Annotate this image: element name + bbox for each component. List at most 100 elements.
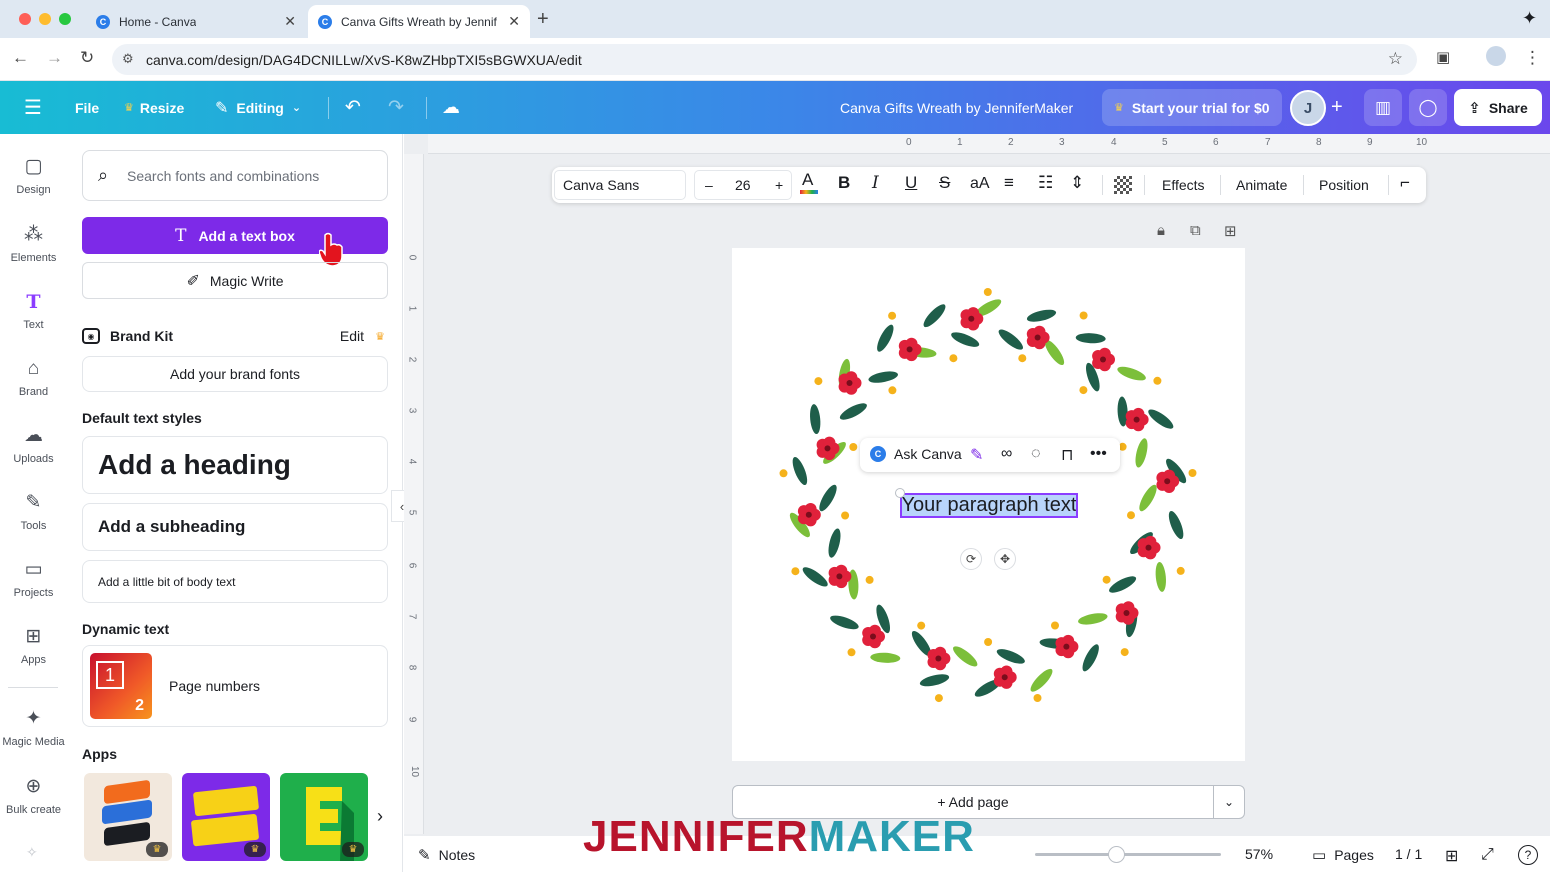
help-icon[interactable]: ? [1518, 845, 1538, 865]
effects-button[interactable]: Effects [1162, 177, 1205, 193]
rail-item-text[interactable]: T Text [0, 289, 67, 349]
forward-icon[interactable]: → [46, 48, 63, 68]
duplicate-page-icon[interactable]: ⧉ [1190, 222, 1201, 239]
analytics-chart-icon[interactable]: ▥ [1364, 89, 1402, 126]
design-title[interactable]: Canva Gifts Wreath by JenniferMaker [840, 81, 1073, 134]
zoom-percentage[interactable]: 57% [1245, 846, 1273, 862]
rail-item-brand[interactable]: ⌂ Brand [0, 356, 67, 416]
wreath-leaf [870, 652, 901, 663]
rail-item-tools[interactable]: ✎ Tools [0, 490, 67, 550]
app-thumbnail[interactable]: ♛ [280, 773, 368, 861]
browser-tab-design[interactable]: C Canva Gifts Wreath by Jennif ✕ [308, 5, 530, 38]
bold-icon[interactable]: B [838, 173, 850, 193]
spacing-icon[interactable]: ⇕ [1070, 173, 1084, 193]
pages-button[interactable]: ▭ Pages [1312, 846, 1374, 864]
rail-item-elements[interactable]: ⁂ Elements [0, 222, 67, 282]
chevron-right-icon[interactable]: › [377, 806, 383, 827]
grid-view-icon[interactable]: ⊞ [1445, 846, 1458, 866]
cloud-saved-icon[interactable]: ☁ [442, 81, 460, 134]
comment-icon[interactable]: ◯ [1409, 89, 1447, 126]
close-window-button[interactable] [19, 13, 31, 25]
file-menu-button[interactable]: File [75, 81, 99, 134]
undo-icon[interactable]: ↶ [345, 81, 361, 134]
profile-avatar[interactable] [1486, 46, 1506, 66]
reload-icon[interactable]: ↻ [80, 48, 94, 68]
link-icon[interactable]: ∞ [1001, 445, 1012, 463]
zoom-slider-thumb[interactable] [1108, 846, 1125, 863]
rail-item-magic-media[interactable]: ✦ Magic Media [0, 706, 67, 766]
strikethrough-icon[interactable]: S [939, 173, 950, 193]
position-button[interactable]: Position [1319, 177, 1369, 193]
new-tab-icon[interactable]: + [537, 8, 549, 31]
text-case-button[interactable]: aA [970, 175, 990, 193]
align-center-icon[interactable]: ≡ [1004, 173, 1014, 193]
increase-font-size-button[interactable]: + [775, 177, 783, 193]
more-options-icon[interactable]: ••• [1090, 445, 1107, 463]
site-settings-icon[interactable]: ⚙ [122, 51, 134, 67]
text-color-icon[interactable]: A [800, 170, 818, 194]
redo-icon[interactable]: ↷ [388, 81, 404, 134]
font-size-value[interactable]: 26 [735, 177, 751, 193]
maximize-window-button[interactable] [59, 13, 71, 25]
minimize-window-button[interactable] [39, 13, 51, 25]
brand-kit-edit-link[interactable]: Edit [340, 328, 364, 344]
add-brand-fonts-button[interactable]: Add your brand fonts [82, 356, 388, 392]
app-thumbnail[interactable]: ♛ [84, 773, 172, 861]
add-page-dropdown[interactable]: ⌄ [1213, 785, 1245, 819]
bookmark-star-icon[interactable]: ☆ [1388, 49, 1403, 69]
ask-canva-button[interactable]: C Ask Canva [870, 446, 962, 462]
invite-plus-icon[interactable]: + [1331, 81, 1343, 134]
gemini-sparkle-icon[interactable]: ✦ [1522, 8, 1537, 29]
font-family-select[interactable]: Canva Sans [554, 170, 686, 200]
ask-canva-label: Ask Canva [894, 446, 962, 462]
add-page-icon[interactable]: ⊞ [1224, 222, 1237, 240]
font-search-input[interactable]: ⌕ Search fonts and combinations [82, 150, 388, 201]
bullet-list-icon[interactable]: ☷ [1038, 173, 1053, 193]
resize-button[interactable]: ♛ Resize [124, 81, 184, 134]
selection-corner-handle[interactable] [895, 488, 905, 498]
close-tab-icon[interactable]: ✕ [284, 13, 296, 30]
rotate-handle[interactable]: ⟳ [960, 548, 982, 570]
lock-page-icon[interactable]: 🔒︎ [1157, 222, 1165, 239]
editing-mode-button[interactable]: ✎ Editing ⌄ [215, 81, 301, 134]
close-tab-icon[interactable]: ✕ [508, 13, 520, 30]
magic-wand-icon[interactable]: ✧ [26, 844, 38, 861]
add-comment-icon[interactable]: ◌ [1031, 445, 1041, 463]
text-panel: ⌕ Search fonts and combinations T Add a … [67, 134, 403, 872]
zoom-slider[interactable] [1035, 853, 1221, 856]
move-handle[interactable]: ✥ [994, 548, 1016, 570]
bulk-create-icon: ⊕ [25, 776, 42, 797]
share-button[interactable]: ⇪ Share [1454, 89, 1542, 126]
underline-icon[interactable]: U [905, 173, 917, 193]
italic-icon[interactable]: I [872, 173, 879, 193]
back-icon[interactable]: ← [12, 48, 29, 68]
selected-paragraph-text[interactable]: Your paragraph text [900, 493, 1078, 518]
fullscreen-icon[interactable]: ⤢ [1481, 846, 1494, 864]
rail-item-bulk-create[interactable]: ⊕ Bulk create [0, 774, 67, 834]
user-avatar[interactable]: J [1290, 90, 1326, 126]
rail-item-uploads[interactable]: ☁ Uploads [0, 423, 67, 483]
rail-item-apps[interactable]: ⊞ Apps [0, 624, 67, 684]
rail-item-design[interactable]: ▢ Design [0, 154, 67, 214]
add-subheading-option[interactable]: Add a subheading [82, 503, 388, 551]
add-body-text-option[interactable]: Add a little bit of body text [82, 560, 388, 603]
url-field[interactable]: ⚙ canva.com/design/DAG4DCNILLw/XvS-K8wZH… [112, 44, 1417, 75]
page-number-one: 1 [96, 661, 124, 689]
rail-item-projects[interactable]: ▭ Projects [0, 557, 67, 617]
hamburger-menu-icon[interactable]: ☰ [24, 81, 42, 134]
transparency-icon[interactable] [1114, 176, 1132, 194]
app-thumbnail[interactable]: ♛ [182, 773, 270, 861]
notes-button[interactable]: ✎ Notes [418, 846, 475, 864]
animate-button[interactable]: Animate [1236, 177, 1287, 193]
magic-edit-icon[interactable]: ✎ [970, 445, 983, 465]
magic-write-button[interactable]: ✐ Magic Write [82, 262, 388, 299]
lock-icon[interactable]: ⊓ [1061, 445, 1073, 465]
decrease-font-size-button[interactable]: – [705, 177, 713, 193]
browser-menu-icon[interactable]: ⋮ [1524, 48, 1541, 68]
add-heading-option[interactable]: Add a heading [82, 436, 388, 494]
cast-icon[interactable]: ▣ [1436, 48, 1450, 66]
start-trial-button[interactable]: ♛ Start your trial for $0 [1102, 89, 1282, 126]
page-numbers-option[interactable]: 1 2 Page numbers [82, 645, 388, 727]
browser-tab-home[interactable]: C Home - Canva ✕ [86, 5, 306, 38]
paint-roller-icon[interactable]: ⌐ [1400, 173, 1410, 193]
